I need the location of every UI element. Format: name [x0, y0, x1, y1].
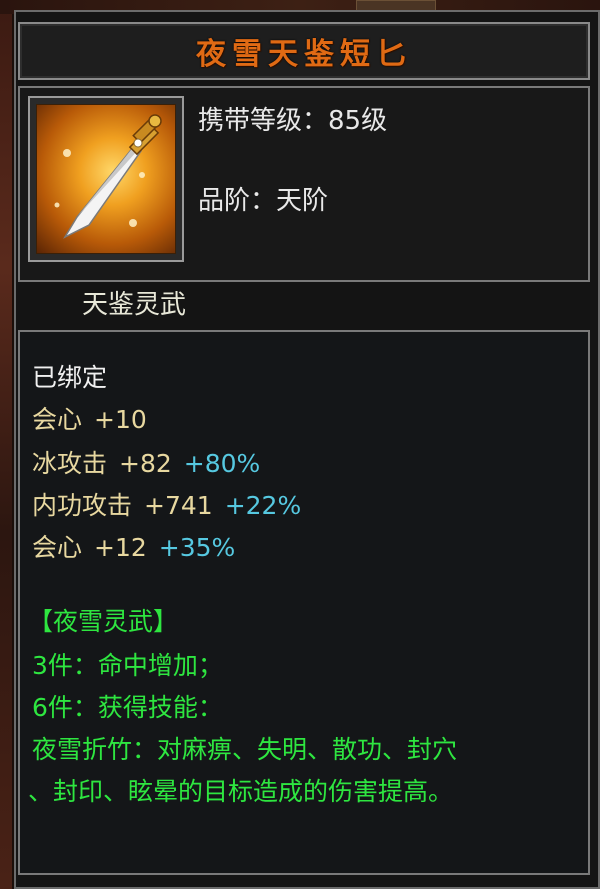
stat-label: 内功攻击 [32, 491, 133, 520]
set-title: 【夜雪灵武】 [28, 607, 179, 636]
item-title-bar: 夜雪天鉴短匕 [18, 22, 590, 80]
carry-level-text: 携带等级：85级 [198, 106, 388, 136]
stat-line-ice-attack: 冰攻击 +82 +80% [32, 444, 260, 480]
stat-bonus: +35% [158, 533, 236, 562]
stat-label: 会心 [32, 405, 83, 434]
set-skill-line-2: 、封印、眩晕的目标造成的伤害提高。 [28, 777, 454, 806]
stat-value: +10 [94, 405, 147, 434]
stat-line-base: 会心 +10 [32, 400, 147, 436]
bound-status: 已绑定 [32, 363, 108, 392]
item-category: 天鉴灵武 [82, 290, 187, 320]
stat-value: +741 [144, 491, 213, 520]
stat-value: +82 [119, 449, 172, 478]
item-name: 夜雪天鉴短匕 [196, 37, 412, 72]
dagger-icon [36, 104, 176, 254]
stat-line-critical: 会心 +12 +35% [32, 528, 235, 564]
set-skill-line-1: 夜雪折竹：对麻痹、失明、散功、封穴 [32, 735, 458, 764]
set-bonus-3: 3件：命中增加； [32, 651, 223, 680]
stat-label: 冰攻击 [32, 449, 108, 478]
set-bonus-6: 6件：获得技能： [32, 693, 223, 722]
stat-label: 会心 [32, 533, 83, 562]
grade-text: 品阶：天阶 [198, 186, 329, 216]
background-left-edge [0, 0, 12, 889]
dagger-icon-graphic [54, 114, 162, 239]
stat-bonus: +22% [224, 491, 302, 520]
stat-bonus: +80% [183, 449, 261, 478]
stat-value: +12 [94, 533, 147, 562]
stat-line-inner-attack: 内功攻击 +741 +22% [32, 486, 301, 522]
